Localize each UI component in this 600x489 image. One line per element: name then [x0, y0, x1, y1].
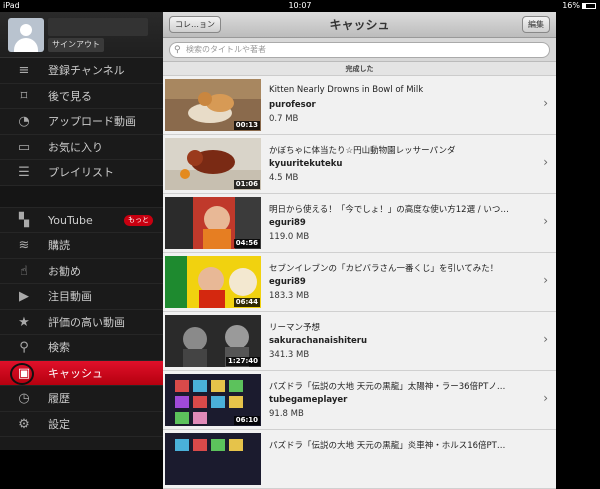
video-title: パズドラ「伝説の大地 天元の黒龍」炎車神・ホルス16倍PT…	[269, 441, 506, 451]
video-row[interactable]: 00:13 Kitten Nearly Drowns in Bowl of Mi…	[163, 76, 556, 135]
chevron-right-icon: ›	[543, 96, 548, 110]
video-channel: kyuuritekuteku	[269, 159, 343, 169]
play-circle-icon: ▶	[19, 289, 29, 304]
duration-badge: 04:56	[233, 239, 260, 248]
video-size: 119.0 MB	[269, 232, 310, 242]
video-size: 91.8 MB	[269, 409, 304, 419]
video-size: 183.3 MB	[269, 291, 310, 301]
gear-icon: ⚙	[18, 416, 30, 432]
sidebar-item-featured[interactable]: ▶ 注目動画	[0, 284, 163, 310]
status-bar: iPad 10:07 16%	[0, 0, 600, 12]
list-icon: ☰	[18, 165, 30, 180]
signout-button[interactable]: サインアウト	[48, 38, 104, 52]
clapper-icon: ▚	[19, 212, 29, 228]
duration-badge: 06:44	[233, 298, 260, 307]
video-thumbnail: 04:56	[165, 197, 261, 249]
clock: 10:07	[288, 1, 312, 10]
search-icon: ⚲	[174, 45, 181, 55]
upload-icon: ◔	[18, 114, 30, 129]
video-row[interactable]: 04:56 明日から使える！「今でしょ！」の高度な使い方12選 / いつ… eg…	[163, 194, 556, 253]
section-header-completed: 完成した	[163, 62, 556, 76]
account-name-redacted	[48, 18, 148, 36]
sidebar-item-history[interactable]: ◷ 履歴	[0, 386, 163, 412]
rss-icon: ≋	[18, 238, 30, 253]
sidebar-item-subscriptions[interactable]: ≡ 登録チャンネル	[0, 58, 163, 84]
chevron-right-icon: ›	[543, 332, 548, 346]
nav-bar: コレ…ョン キャッシュ 編集	[163, 12, 556, 38]
edit-button[interactable]: 編集	[522, 16, 550, 33]
star-icon: ★	[18, 314, 30, 330]
video-thumbnail: 00:13	[165, 79, 261, 131]
duration-badge: 06:10	[233, 416, 260, 425]
search-icon: ⚲	[19, 340, 29, 355]
video-row[interactable]: 01:06 かぼちゃに体当たり☆円山動物園レッサーパンダ kyuuritekut…	[163, 135, 556, 194]
video-size: 341.3 MB	[269, 350, 310, 360]
sidebar-item-uploads[interactable]: ◔ アップロード動画	[0, 109, 163, 135]
video-channel: tubegameplayer	[269, 395, 348, 405]
right-edge	[556, 12, 600, 450]
duration-badge: 1:27:40	[226, 357, 260, 366]
video-title: 明日から使える！「今でしょ！」の高度な使い方12選 / いつ…	[269, 205, 509, 215]
chevron-right-icon: ›	[543, 155, 548, 169]
avatar[interactable]	[8, 18, 44, 52]
video-thumbnail: 1:27:40	[165, 315, 261, 367]
battery-indicator: 16%	[562, 0, 596, 12]
subscriptions-icon: ≡	[18, 63, 30, 78]
sidebar-divider	[0, 185, 163, 208]
video-row[interactable]: 06:10 パズドラ「伝説の大地 天元の黒龍」太陽神・ラー36倍PTノ… tub…	[163, 371, 556, 430]
more-button[interactable]: もっと	[124, 214, 153, 226]
battery-percent: 16%	[562, 1, 580, 10]
chevron-right-icon: ›	[543, 273, 548, 287]
video-channel: sakurachanaishiteru	[269, 336, 368, 346]
video-row[interactable]: 06:44 セブンイレブンの「カピバラさん一番くじ」を引いてみた！ eguri8…	[163, 253, 556, 312]
battery-icon	[582, 2, 596, 9]
thumbs-up-icon: ☝	[20, 263, 28, 279]
search-placeholder: 検索のタイトルや著者	[186, 45, 266, 54]
chevron-right-icon: ›	[543, 391, 548, 405]
video-size: 4.5 MB	[269, 173, 299, 183]
sidebar-item-settings[interactable]: ⚙ 設定	[0, 412, 163, 437]
video-channel: purofesor	[269, 100, 316, 110]
chevron-right-icon: ›	[543, 214, 548, 228]
video-thumbnail: 06:44	[165, 256, 261, 308]
video-title: かぼちゃに体当たり☆円山動物園レッサーパンダ	[269, 146, 456, 156]
video-row[interactable]: パズドラ「伝説の大地 天元の黒龍」炎車神・ホルス16倍PT…	[163, 430, 556, 489]
profile-header: サインアウト	[0, 12, 163, 58]
video-size: 0.7 MB	[269, 114, 299, 124]
sidebar-item-subscribe-feed[interactable]: ≋ 購読	[0, 233, 163, 259]
search-input[interactable]: ⚲ 検索のタイトルや著者	[169, 42, 550, 58]
sidebar-item-youtube[interactable]: ▚ YouTube もっと	[0, 208, 163, 233]
sidebar: サインアウト ≡ 登録チャンネル ⌑ 後で見る ◔ アップロード動画 ▭ お気に入り ☰…	[0, 12, 163, 450]
book-icon: ▭	[17, 139, 31, 155]
main-panel: コレ…ョン キャッシュ 編集 ⚲ 検索のタイトルや著者 完成した 00:13 K…	[163, 12, 556, 489]
video-thumbnail: 06:10	[165, 374, 261, 426]
duration-badge: 01:06	[233, 180, 260, 189]
sidebar-item-favorites[interactable]: ▭ お気に入り	[0, 135, 163, 160]
sidebar-item-watch-later[interactable]: ⌑ 後で見る	[0, 84, 163, 109]
video-channel: eguri89	[269, 277, 306, 287]
cache-icon: ▣	[17, 365, 31, 381]
sidebar-item-top-rated[interactable]: ★ 評価の高い動画	[0, 310, 163, 335]
clock-icon: ◷	[18, 391, 30, 406]
page-title: キャッシュ	[329, 18, 390, 32]
video-title: パズドラ「伝説の大地 天元の黒龍」太陽神・ラー36倍PTノ…	[269, 382, 506, 392]
sidebar-item-search[interactable]: ⚲ 検索	[0, 335, 163, 361]
video-channel: eguri89	[269, 218, 306, 228]
duration-badge: 00:13	[233, 121, 260, 130]
library-menu: ≡ 登録チャンネル ⌑ 後で見る ◔ アップロード動画 ▭ お気に入り ☰ プレイリスト	[0, 58, 163, 186]
video-title: Kitten Nearly Drowns in Bowl of Milk	[269, 85, 424, 95]
sidebar-item-recommended[interactable]: ☝ お勧め	[0, 259, 163, 284]
youtube-menu: ▚ YouTube もっと ≋ 購読 ☝ お勧め ▶ 注目動画 ★ 評価の高い動画 ⚲ 検索 …	[0, 208, 163, 437]
video-row[interactable]: 1:27:40 リーマン予想 sakurachanaishiteru 341.3…	[163, 312, 556, 371]
sidebar-item-cache[interactable]: ▣ キャッシュ	[0, 360, 163, 386]
video-thumbnail: 01:06	[165, 138, 261, 190]
sidebar-item-playlists[interactable]: ☰ プレイリスト	[0, 160, 163, 186]
bookmark-icon: ⌑	[20, 88, 28, 104]
video-thumbnail	[165, 433, 261, 485]
search-bar: ⚲ 検索のタイトルや著者	[163, 38, 556, 62]
video-title: セブンイレブンの「カピバラさん一番くじ」を引いてみた！	[269, 264, 499, 274]
video-title: リーマン予想	[269, 323, 321, 333]
